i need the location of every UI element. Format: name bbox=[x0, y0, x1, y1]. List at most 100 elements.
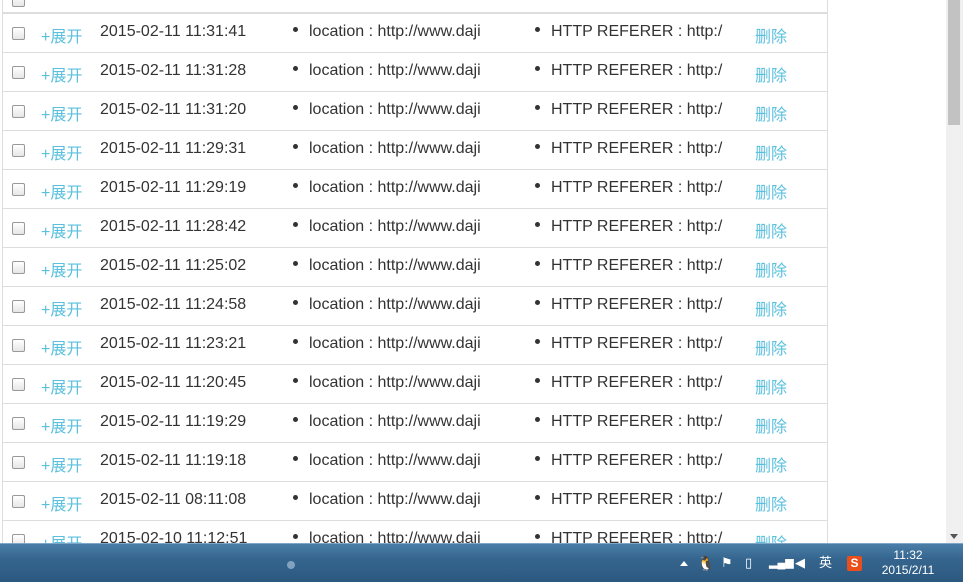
scroll-down-arrow-icon[interactable] bbox=[950, 534, 958, 539]
row-location-text: location : http://www.daji bbox=[309, 452, 481, 469]
system-clock[interactable]: 11:32 2015/2/11 bbox=[873, 548, 943, 578]
table-row: +展开 2015-02-11 11:19:29 location : http://… bbox=[3, 404, 827, 443]
delete-link[interactable]: 删除 bbox=[755, 23, 787, 47]
row-referer: HTTP REFERER : http:/ bbox=[535, 491, 722, 509]
row-checkbox[interactable] bbox=[12, 66, 25, 79]
row-location-text: location : http://www.daji bbox=[309, 218, 481, 235]
row-referer: HTTP REFERER : http:/ bbox=[535, 179, 722, 197]
row-checkbox[interactable] bbox=[12, 300, 25, 313]
row-checkbox[interactable] bbox=[12, 105, 25, 118]
bullet-icon bbox=[293, 300, 298, 306]
bullet-icon bbox=[535, 66, 540, 72]
expand-link[interactable]: +展开 bbox=[41, 374, 82, 398]
bullet-icon bbox=[293, 339, 298, 345]
row-checkbox[interactable] bbox=[12, 144, 25, 157]
row-referer: HTTP REFERER : http:/ bbox=[535, 296, 722, 314]
delete-link[interactable]: 删除 bbox=[755, 530, 787, 543]
row-location: location : http://www.daji bbox=[293, 101, 481, 119]
row-location: location : http://www.daji bbox=[293, 374, 481, 392]
row-checkbox[interactable] bbox=[12, 27, 25, 40]
ime-language-indicator[interactable]: 英 bbox=[819, 556, 832, 570]
clock-date: 2015/2/11 bbox=[881, 563, 935, 577]
delete-link[interactable]: 删除 bbox=[755, 335, 787, 359]
row-referer-text: HTTP REFERER : http:/ bbox=[551, 140, 723, 157]
sogou-input-icon[interactable]: S bbox=[847, 556, 862, 571]
row-referer-text: HTTP REFERER : http:/ bbox=[551, 179, 723, 196]
row-checkbox[interactable] bbox=[12, 534, 25, 543]
qq-icon[interactable]: 🐧 bbox=[697, 556, 714, 570]
expand-link[interactable]: +展开 bbox=[41, 413, 82, 437]
bullet-icon bbox=[293, 534, 298, 540]
action-center-flag-icon[interactable]: ⚑ bbox=[721, 556, 733, 570]
expand-link[interactable]: +展开 bbox=[41, 335, 82, 359]
network-signal-icon[interactable]: ▂▄▆ bbox=[769, 556, 794, 570]
row-checkbox[interactable] bbox=[12, 378, 25, 391]
row-location: location : http://www.daji bbox=[293, 413, 481, 431]
row-timestamp: 2015-02-11 11:29:31 bbox=[100, 140, 247, 157]
table-row: +展开 2015-02-11 11:31:41 location : http://… bbox=[3, 14, 827, 53]
delete-link[interactable]: 删除 bbox=[755, 491, 787, 515]
row-location-text: location : http://www.daji bbox=[309, 413, 481, 430]
row-timestamp: 2015-02-11 11:24:58 bbox=[100, 296, 247, 313]
delete-link[interactable]: 删除 bbox=[755, 101, 787, 125]
bullet-icon bbox=[293, 456, 298, 462]
bullet-icon bbox=[293, 378, 298, 384]
row-location: location : http://www.daji bbox=[293, 23, 481, 41]
vertical-scrollbar[interactable] bbox=[946, 0, 963, 543]
power-icon[interactable]: ▯ bbox=[745, 556, 752, 570]
delete-link[interactable]: 删除 bbox=[755, 179, 787, 203]
row-referer: HTTP REFERER : http:/ bbox=[535, 257, 722, 275]
row-checkbox[interactable] bbox=[12, 222, 25, 235]
delete-link[interactable]: 删除 bbox=[755, 452, 787, 476]
delete-link[interactable]: 删除 bbox=[755, 257, 787, 281]
delete-link[interactable]: 删除 bbox=[755, 62, 787, 86]
expand-link[interactable]: +展开 bbox=[41, 179, 82, 203]
row-checkbox[interactable] bbox=[12, 183, 25, 196]
expand-link[interactable]: +展开 bbox=[41, 23, 82, 47]
table-row: +展开 2015-02-11 11:28:42 location : http://… bbox=[3, 209, 827, 248]
bullet-icon bbox=[293, 27, 298, 33]
row-checkbox[interactable] bbox=[12, 417, 25, 430]
row-referer-text: HTTP REFERER : http:/ bbox=[551, 530, 723, 543]
bullet-icon bbox=[535, 105, 540, 111]
row-checkbox[interactable] bbox=[12, 261, 25, 274]
expand-link[interactable]: +展开 bbox=[41, 530, 82, 543]
row-location-text: location : http://www.daji bbox=[309, 62, 481, 79]
bullet-icon bbox=[535, 222, 540, 228]
expand-link[interactable]: +展开 bbox=[41, 296, 82, 320]
volume-icon[interactable]: ◀ bbox=[795, 556, 805, 570]
select-all-checkbox[interactable] bbox=[12, 0, 25, 7]
delete-link[interactable]: 删除 bbox=[755, 140, 787, 164]
system-tray: 🐧 ⚑ ▯ ▂▄▆ ◀ 英 S 11:32 2015/2/11 bbox=[673, 544, 963, 582]
delete-link[interactable]: 删除 bbox=[755, 296, 787, 320]
bullet-icon bbox=[293, 222, 298, 228]
row-timestamp: 2015-02-11 11:19:18 bbox=[100, 452, 247, 469]
expand-link[interactable]: +展开 bbox=[41, 257, 82, 281]
delete-link[interactable]: 删除 bbox=[755, 218, 787, 242]
row-referer-text: HTTP REFERER : http:/ bbox=[551, 23, 723, 40]
bullet-icon bbox=[293, 183, 298, 189]
delete-link[interactable]: 删除 bbox=[755, 413, 787, 437]
row-location-text: location : http://www.daji bbox=[309, 296, 481, 313]
row-checkbox[interactable] bbox=[12, 495, 25, 508]
row-referer-text: HTTP REFERER : http:/ bbox=[551, 413, 723, 430]
expand-link[interactable]: +展开 bbox=[41, 101, 82, 125]
table-row: +展开 2015-02-11 11:25:02 location : http://… bbox=[3, 248, 827, 287]
expand-link[interactable]: +展开 bbox=[41, 452, 82, 476]
show-hidden-icons-icon[interactable] bbox=[680, 561, 688, 566]
expand-link[interactable]: +展开 bbox=[41, 218, 82, 242]
expand-link[interactable]: +展开 bbox=[41, 140, 82, 164]
expand-link[interactable]: +展开 bbox=[41, 62, 82, 86]
scrollbar-thumb[interactable] bbox=[948, 0, 960, 125]
row-checkbox[interactable] bbox=[12, 339, 25, 352]
delete-link[interactable]: 删除 bbox=[755, 374, 787, 398]
taskbar-glow bbox=[287, 561, 295, 569]
table-row: +展开 2015-02-11 11:29:19 location : http://… bbox=[3, 170, 827, 209]
expand-link[interactable]: +展开 bbox=[41, 491, 82, 515]
row-timestamp: 2015-02-11 11:29:19 bbox=[100, 179, 247, 196]
row-timestamp: 2015-02-11 08:11:08 bbox=[100, 491, 247, 508]
row-referer-text: HTTP REFERER : http:/ bbox=[551, 374, 723, 391]
row-checkbox[interactable] bbox=[12, 456, 25, 469]
row-referer-text: HTTP REFERER : http:/ bbox=[551, 101, 723, 118]
row-timestamp: 2015-02-11 11:31:20 bbox=[100, 101, 247, 118]
